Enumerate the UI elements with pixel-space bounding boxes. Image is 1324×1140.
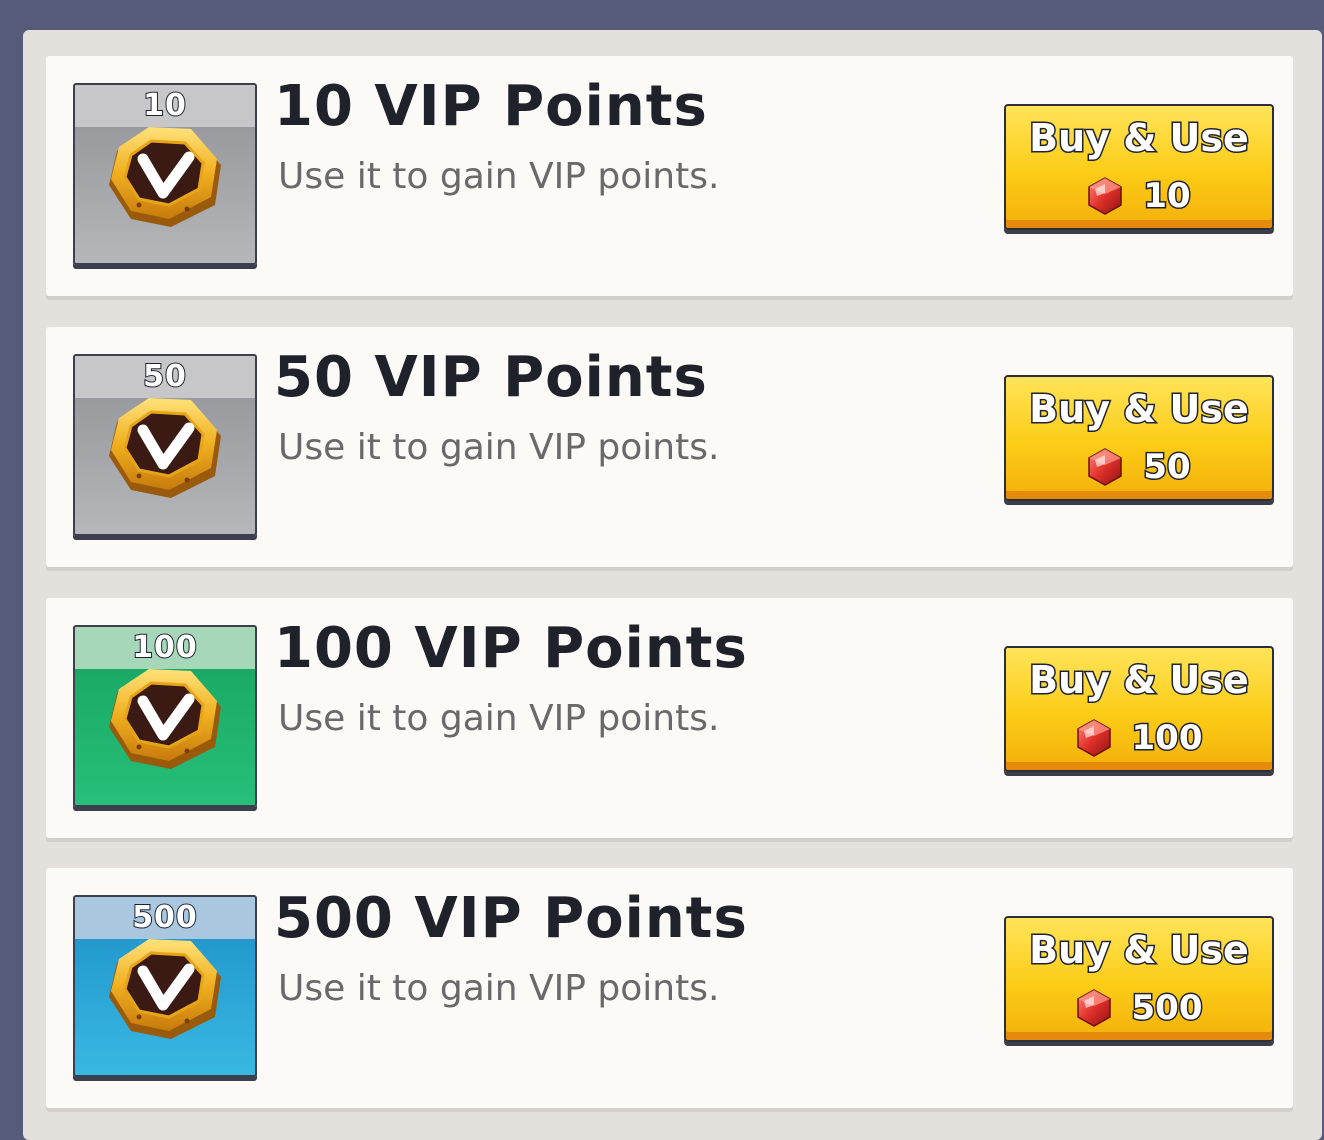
item-description: Use it to gain VIP points. <box>278 968 720 1009</box>
ruby-gem-icon <box>1088 448 1123 486</box>
price-amount: 50 <box>1142 446 1192 489</box>
shop-item-vip-50: 50 50 VIP Points Use it to gain VIP poin… <box>46 327 1293 567</box>
buy-button-label: Buy & Use <box>1028 115 1251 162</box>
shop-item-vip-500: 500 500 VIP Points Use it to gain VIP po… <box>46 868 1293 1108</box>
vip-points-shop-panel: 10 10 VIP Points Use it to gain VIP poin… <box>23 30 1322 1140</box>
ruby-gem-icon <box>1076 989 1111 1027</box>
buy-and-use-button[interactable]: Buy & Use 100 <box>1004 646 1274 772</box>
price-row: 100 <box>1006 716 1272 760</box>
buy-button-label: Buy & Use <box>1028 386 1251 433</box>
shop-item-vip-10: 10 10 VIP Points Use it to gain VIP poin… <box>46 56 1293 296</box>
item-quantity-label: 10 <box>142 87 187 124</box>
buy-and-use-button[interactable]: Buy & Use 10 <box>1004 104 1274 230</box>
item-icon-frame: 100 <box>73 625 257 807</box>
vip-badge-icon <box>109 398 221 498</box>
price-amount: 100 <box>1130 717 1204 760</box>
buy-and-use-button[interactable]: Buy & Use 500 <box>1004 916 1274 1042</box>
item-title: 100 VIP Points <box>274 616 748 681</box>
shop-item-vip-100: 100 100 VIP Points Use it to gain VIP po… <box>46 598 1293 838</box>
vip-badge-icon <box>109 127 221 227</box>
ruby-gem-icon <box>1076 719 1111 757</box>
price-row: 500 <box>1006 986 1272 1030</box>
vip-badge-icon <box>109 939 221 1039</box>
item-quantity-label: 100 <box>131 629 198 666</box>
item-description: Use it to gain VIP points. <box>278 698 720 739</box>
item-icon-frame: 10 <box>73 83 257 265</box>
item-title: 500 VIP Points <box>274 886 748 951</box>
item-quantity-label: 500 <box>131 899 198 936</box>
item-quantity-label: 50 <box>142 358 187 395</box>
vip-badge-icon <box>109 669 221 769</box>
item-icon-frame: 500 <box>73 895 257 1077</box>
buy-and-use-button[interactable]: Buy & Use 50 <box>1004 375 1274 501</box>
ruby-gem-icon <box>1088 177 1123 215</box>
price-amount: 500 <box>1130 987 1204 1030</box>
item-title: 50 VIP Points <box>274 345 708 410</box>
price-row: 10 <box>1006 174 1272 218</box>
item-description: Use it to gain VIP points. <box>278 156 720 197</box>
buy-button-label: Buy & Use <box>1028 927 1251 974</box>
item-icon-frame: 50 <box>73 354 257 536</box>
price-row: 50 <box>1006 445 1272 489</box>
price-amount: 10 <box>1142 175 1192 218</box>
item-title: 10 VIP Points <box>274 74 708 139</box>
item-description: Use it to gain VIP points. <box>278 427 720 468</box>
buy-button-label: Buy & Use <box>1028 657 1251 704</box>
